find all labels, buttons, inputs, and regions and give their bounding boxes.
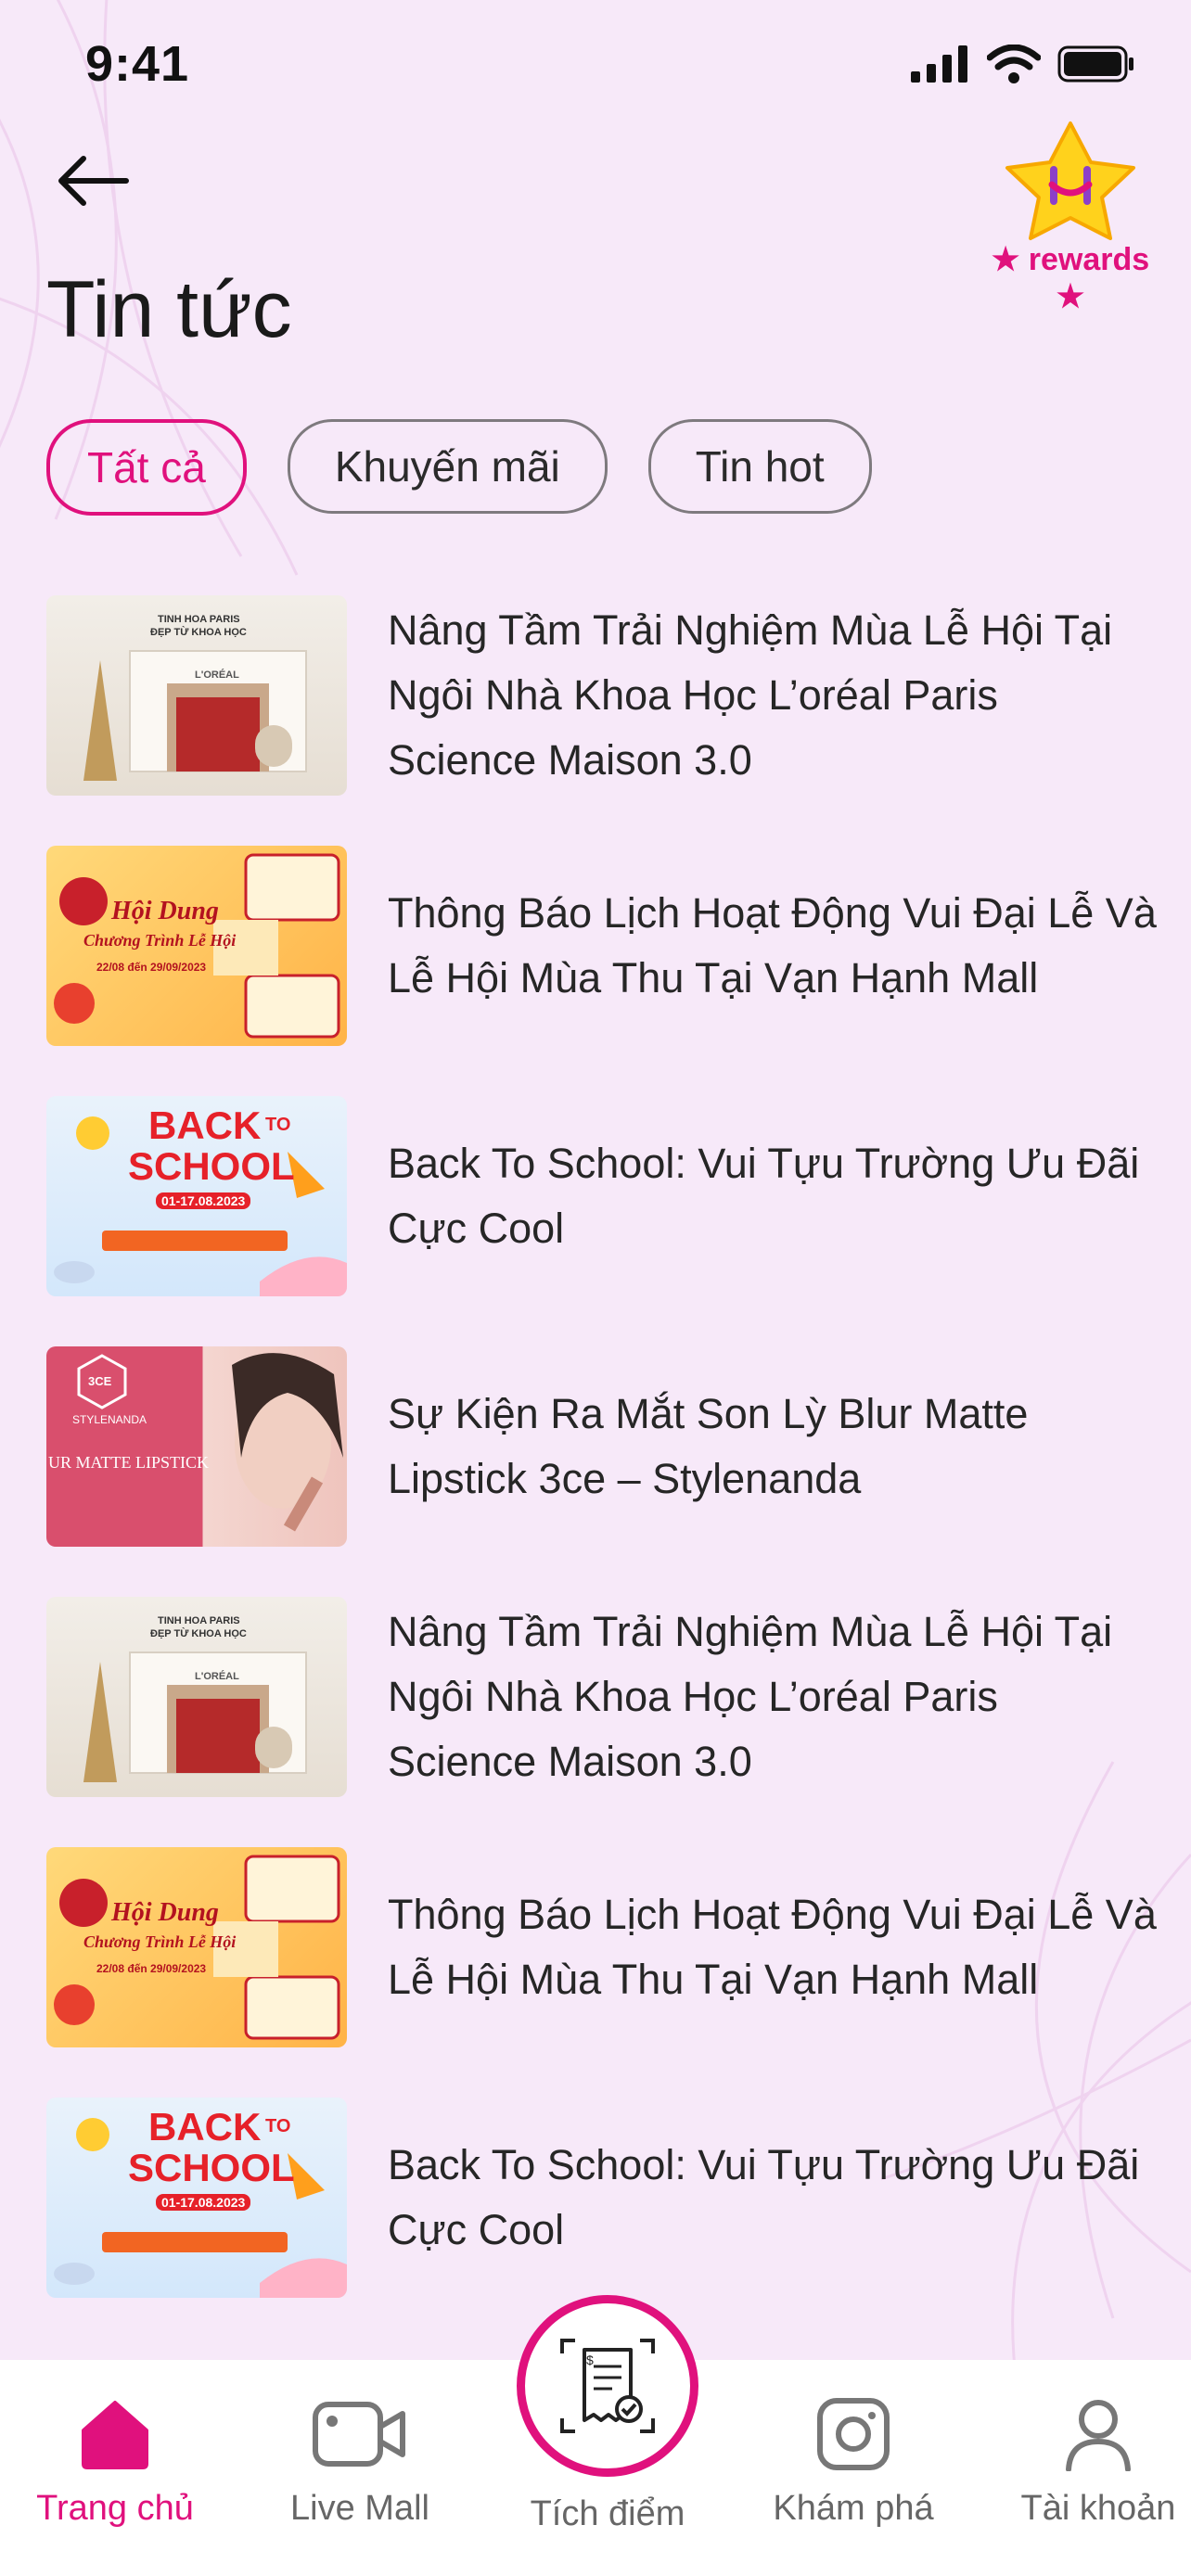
thumb-caption: UR MATTE LIPSTICK	[48, 1453, 210, 1472]
thumb-caption: TINH HOA PARIS	[158, 1615, 240, 1626]
news-title: Thông Báo Lịch Hoạt Động Vui Đại Lễ Và L…	[388, 1891, 1157, 2003]
thumb-brand: L'ORÉAL	[195, 670, 239, 681]
video-icon	[313, 2402, 405, 2467]
receipt-scan-icon: $	[560, 2339, 655, 2433]
rewards-label: ★ rewards ★	[978, 241, 1163, 315]
news-title: Thông Báo Lịch Hoạt Động Vui Đại Lễ Và L…	[388, 889, 1157, 1001]
svg-text:$: $	[586, 2353, 594, 2367]
news-title: Sự Kiện Ra Mắt Son Lỳ Blur Matte Lipstic…	[388, 1390, 1029, 1502]
news-title: Nâng Tầm Trải Nghiệm Mùa Lễ Hội Tại Ngôi…	[388, 606, 1113, 784]
nav-label: Trang chủ	[36, 2489, 194, 2528]
thumb-caption: ĐẸP TỪ KHOA HỌC	[150, 1628, 247, 1639]
news-item[interactable]: BACK TO SCHOOL 01-17.08.2023 Back To Sch…	[46, 1094, 1159, 1298]
thumb-date: 22/08 đến 29/09/2023	[96, 1962, 207, 1975]
nav-label: Khám phá	[773, 2489, 934, 2528]
news-thumbnail: BACK TO SCHOOL 01-17.08.2023	[46, 1096, 347, 1296]
page-title: Tin tức	[46, 265, 292, 354]
filter-chip-hot[interactable]: Tin hot	[647, 419, 872, 514]
news-thumbnail: Hội Dung Chương Trình Lễ Hội 22/08 đến 2…	[46, 846, 347, 1046]
filter-chip-promotion[interactable]: Khuyến mãi	[287, 419, 608, 514]
signal-icon	[911, 45, 967, 83]
earn-points-button[interactable]: $	[517, 2295, 698, 2477]
back-button[interactable]	[56, 139, 148, 223]
nav-item-earn-points-label: Tích điểm	[530, 2494, 685, 2533]
news-thumbnail: BACK TO SCHOOL 01-17.08.2023	[46, 2098, 347, 2298]
filter-chip-all[interactable]: Tất cả	[46, 419, 247, 516]
thumb-caption: TO	[265, 1115, 291, 1135]
thumb-caption: BACK	[148, 2105, 262, 2149]
instagram-icon	[817, 2398, 890, 2470]
nav-label: Tài khoản	[1020, 2489, 1176, 2528]
star-small-icon: ★	[991, 242, 1020, 277]
news-item[interactable]: BACK TO SCHOOL 01-17.08.2023 Back To Sch…	[46, 2096, 1159, 2300]
filter-chips: Tất cả Khuyến mãi Tin hot	[46, 419, 872, 516]
loreal-thumbnail-art	[83, 1651, 307, 1782]
wifi-icon	[987, 45, 1041, 83]
thumb-date: 22/08 đến 29/09/2023	[96, 961, 207, 974]
thumb-brand: 3CE	[88, 1374, 112, 1388]
news-thumbnail: TINH HOA PARIS ĐẸP TỪ KHOA HỌC L'ORÉAL	[46, 595, 347, 796]
thumb-caption: SCHOOL	[128, 2146, 295, 2189]
news-item[interactable]: 3CE STYLENANDA UR MATTE LIPSTICK Sự Kiện…	[46, 1345, 1159, 1549]
rewards-text: rewards	[1028, 242, 1150, 277]
news-item[interactable]: TINH HOA PARIS ĐẸP TỪ KHOA HỌC L'ORÉAL N…	[46, 593, 1159, 797]
thumb-caption: ĐẸP TỪ KHOA HỌC	[150, 627, 247, 638]
thumb-caption: Chương Trình Lễ Hội	[83, 931, 237, 950]
thumb-caption: SCHOOL	[128, 1144, 295, 1188]
status-bar: 9:41	[0, 0, 1191, 130]
user-icon	[1066, 2400, 1131, 2472]
thumb-caption: Hội Dung	[111, 1898, 219, 1927]
news-item[interactable]: Hội Dung Chương Trình Lễ Hội 22/08 đến 2…	[46, 844, 1159, 1048]
star-small-icon: ★	[1056, 279, 1085, 314]
thumb-caption: BACK	[148, 1103, 262, 1147]
thumb-date: 01-17.08.2023	[156, 2194, 251, 2211]
news-title: Back To School: Vui Tựu Trường Ưu Đãi Cự…	[388, 1140, 1140, 1252]
rewards-button[interactable]: ★ rewards ★	[978, 116, 1163, 314]
nav-label: Live Mall	[290, 2489, 429, 2528]
news-thumbnail: Hội Dung Chương Trình Lễ Hội 22/08 đến 2…	[46, 1847, 347, 2047]
thumb-brand: L'ORÉAL	[195, 1671, 239, 1682]
rewards-star-icon	[1005, 121, 1135, 240]
thumb-date: 01-17.08.2023	[156, 1192, 251, 1209]
thumb-caption: TO	[265, 2116, 291, 2136]
thumb-caption: Hội Dung	[111, 897, 219, 925]
loreal-thumbnail-art	[83, 650, 307, 781]
status-icons	[911, 45, 1135, 83]
nav-item-explore[interactable]: Khám phá	[761, 2397, 946, 2529]
thumb-brand: STYLENANDA	[72, 1413, 147, 1426]
nav-item-home[interactable]: Trang chủ	[22, 2397, 208, 2529]
nav-item-live-mall[interactable]: Live Mall	[267, 2397, 453, 2529]
news-item[interactable]: Hội Dung Chương Trình Lễ Hội 22/08 đến 2…	[46, 1845, 1159, 2049]
news-item[interactable]: TINH HOA PARIS ĐẸP TỪ KHOA HỌC L'ORÉAL N…	[46, 1595, 1159, 1799]
status-time: 9:41	[85, 36, 190, 92]
nav-item-account[interactable]: Tài khoản	[1005, 2397, 1191, 2529]
home-icon	[82, 2401, 148, 2469]
news-title: Back To School: Vui Tựu Trường Ưu Đãi Cự…	[388, 2141, 1140, 2253]
thumb-caption: TINH HOA PARIS	[158, 614, 240, 625]
news-thumbnail: 3CE STYLENANDA UR MATTE LIPSTICK	[46, 1346, 347, 1547]
battery-icon	[1057, 45, 1133, 83]
thumb-caption: Chương Trình Lễ Hội	[83, 1932, 237, 1951]
news-thumbnail: TINH HOA PARIS ĐẸP TỪ KHOA HỌC L'ORÉAL	[46, 1597, 347, 1797]
news-title: Nâng Tầm Trải Nghiệm Mùa Lễ Hội Tại Ngôi…	[388, 1608, 1113, 1785]
arrow-left-icon	[58, 156, 129, 206]
